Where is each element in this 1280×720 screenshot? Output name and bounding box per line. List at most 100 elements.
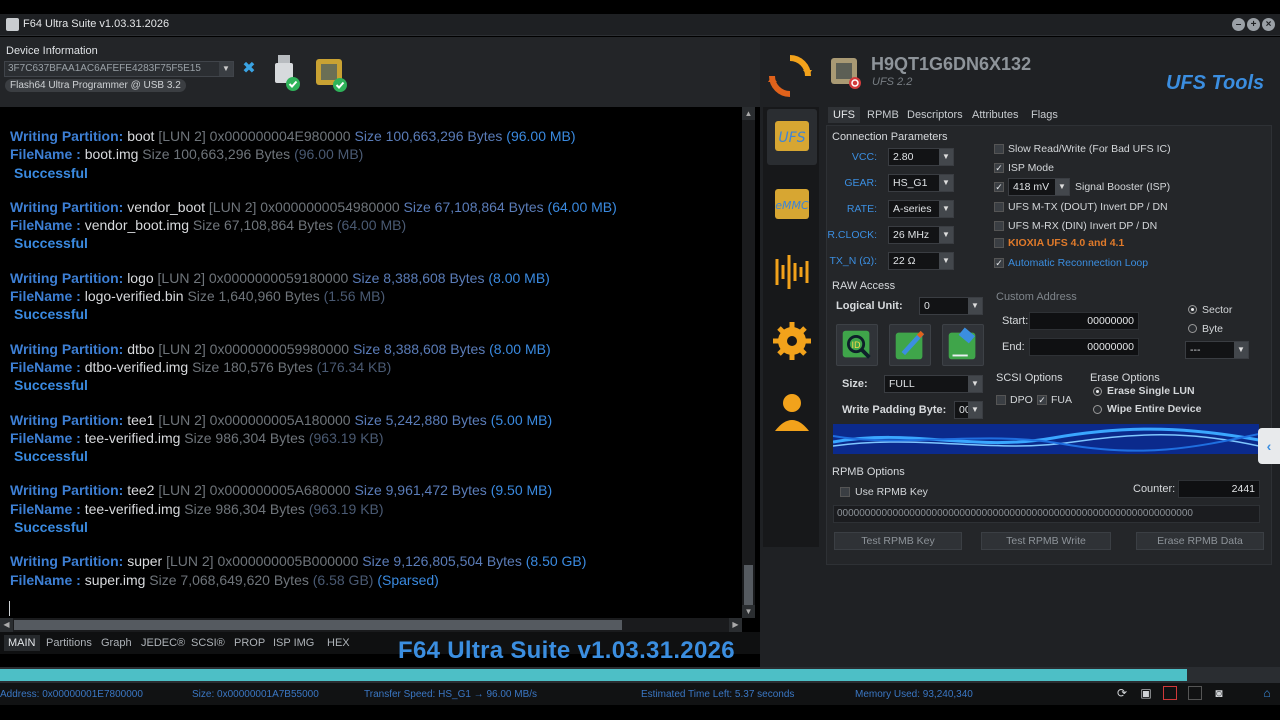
emmc-icon[interactable]: eMMC [767, 177, 817, 233]
maximize-icon[interactable]: + [1247, 18, 1260, 31]
file-size-human: (96.00 MB) [294, 146, 364, 163]
partition-line: Writing Partition: vendor_boot [LUN 2] 0… [10, 198, 742, 216]
partition-size-human: (64.00 MB) [547, 198, 617, 215]
fua-checkbox[interactable]: ✓ [1037, 395, 1047, 405]
device-select[interactable]: 3F7C637BFAA1AC6AFEFE4283F75F5E15 ▼ [4, 61, 234, 77]
refresh-icon[interactable]: ⟳ [1115, 686, 1129, 700]
erase-single-radio[interactable] [1093, 387, 1102, 396]
kioxia-checkbox[interactable] [994, 238, 1004, 248]
image-icon[interactable]: ▣ [1139, 686, 1153, 700]
file-size: Size 180,576 Bytes [192, 358, 313, 375]
use-rpmb-key-checkbox[interactable] [840, 487, 850, 497]
booster-select[interactable]: 418 mV ▼ [1008, 178, 1070, 196]
tab-hex[interactable]: HEX [323, 635, 354, 651]
auto-reconnect-checkbox[interactable]: ✓ [994, 258, 1004, 268]
mtx-invert-checkbox[interactable] [994, 202, 1004, 212]
scroll-left-icon[interactable]: ◀ [0, 618, 13, 632]
tab-isp-img[interactable]: ISP IMG [269, 635, 318, 651]
txn-select[interactable]: 22 Ω ▼ [888, 252, 954, 270]
start-input[interactable]: 00000000 [1029, 312, 1139, 330]
erase-rpmb-button[interactable]: Erase RPMB Data [1136, 532, 1264, 550]
ufs-icon[interactable]: UFS [767, 109, 817, 165]
dpo-checkbox[interactable] [996, 395, 1006, 405]
close-icon[interactable]: × [1262, 18, 1275, 31]
minimize-icon[interactable]: – [1232, 18, 1245, 31]
tab-graph[interactable]: Graph [97, 635, 136, 651]
end-input[interactable]: 00000000 [1029, 338, 1139, 356]
status-text: Successful [14, 448, 88, 465]
tab-prop[interactable]: PROP [230, 635, 269, 651]
erase-button[interactable] [942, 324, 984, 366]
tab-partitions[interactable]: Partitions [42, 635, 96, 651]
partition-label: Writing Partition: [10, 340, 124, 357]
wipe-radio[interactable] [1093, 405, 1102, 414]
slow-rw-checkbox[interactable] [994, 144, 1004, 154]
gear-icon[interactable] [767, 313, 817, 369]
scroll-right-icon[interactable]: ▶ [729, 618, 742, 632]
tool-title: UFS Tools [1166, 72, 1265, 94]
signal-booster-checkbox[interactable]: ✓ [994, 182, 1004, 192]
tab-jedec[interactable]: JEDEC® [137, 635, 189, 651]
user-icon[interactable] [767, 383, 817, 439]
tab-ufs[interactable]: UFS [828, 107, 860, 123]
scroll-thumb[interactable] [744, 565, 753, 605]
vcc-select[interactable]: 2.80 ▼ [888, 148, 954, 166]
chevron-down-icon[interactable]: ▼ [219, 62, 233, 76]
svg-text:ID: ID [851, 341, 861, 351]
partition-label: Writing Partition: [10, 269, 124, 286]
mrx-invert-checkbox[interactable] [994, 221, 1004, 231]
test-rpmb-key-button[interactable]: Test RPMB Key [834, 532, 962, 550]
log-entry: Writing Partition: boot [LUN 2] 0x000000… [10, 127, 742, 182]
gear-select[interactable]: HS_G1 ▼ [888, 174, 954, 192]
logical-unit-select[interactable]: 0 ▼ [919, 297, 983, 315]
write-button[interactable] [889, 324, 931, 366]
vcc-value: 2.80 [893, 151, 914, 163]
brand-title: F64 Ultra Suite v1.03.31.2026 [398, 637, 735, 664]
log-horizontal-scrollbar[interactable]: ◀ ▶ [0, 618, 742, 632]
status-text: Successful [14, 377, 88, 394]
refresh-device-icon[interactable] [766, 52, 814, 100]
partition-label: Writing Partition: [10, 198, 124, 215]
test-rpmb-write-button[interactable]: Test RPMB Write [981, 532, 1111, 550]
home-icon[interactable]: ⌂ [1260, 686, 1274, 700]
sector-radio[interactable] [1188, 305, 1197, 314]
isp-mode-checkbox[interactable]: ✓ [994, 163, 1004, 173]
unit-select[interactable]: --- ▼ [1185, 341, 1249, 359]
status-text: Successful [14, 164, 88, 181]
tab-descriptors[interactable]: Descriptors [902, 107, 968, 123]
erase-single-label: Erase Single LUN [1107, 385, 1195, 397]
disconnect-icon[interactable]: ✖ [241, 61, 257, 77]
tab-flags[interactable]: Flags [1026, 107, 1063, 123]
tab-scsi[interactable]: SCSI® [187, 635, 229, 651]
log-vertical-scrollbar[interactable]: ▲ ▼ [742, 107, 755, 618]
padding-select[interactable]: 00 ▼ [954, 401, 983, 419]
stop-icon[interactable] [1163, 686, 1177, 700]
camera-icon[interactable]: ◙ [1212, 686, 1226, 700]
svg-text:UFS: UFS [778, 130, 805, 146]
unit-value: --- [1190, 344, 1201, 356]
waveform-icon[interactable] [767, 243, 817, 299]
scroll-down-icon[interactable]: ▼ [742, 605, 755, 618]
rpmb-key-input[interactable]: 0000000000000000000000000000000000000000… [833, 505, 1260, 523]
scroll-up-icon[interactable]: ▲ [742, 107, 755, 120]
counter-input[interactable]: 2441 [1178, 480, 1260, 498]
file-name: tee-verified.img [84, 500, 181, 517]
tab-attributes[interactable]: Attributes [967, 107, 1023, 123]
file-size: Size 67,108,864 Bytes [192, 217, 333, 234]
tab-rpmb[interactable]: RPMB [862, 107, 904, 123]
wave-banner [833, 424, 1259, 454]
size-select[interactable]: FULL ▼ [884, 375, 983, 393]
collapse-panel-icon[interactable]: ‹ [1258, 428, 1280, 464]
rate-select[interactable]: A-series ▼ [888, 200, 954, 218]
partition-details: [LUN 2] 0x000000005A180000 [158, 411, 351, 428]
scroll-thumb[interactable] [14, 620, 622, 630]
square-icon[interactable] [1188, 686, 1202, 700]
chevron-down-icon: ▼ [939, 201, 953, 217]
byte-radio[interactable] [1188, 324, 1197, 333]
rclock-select[interactable]: 26 MHz ▼ [888, 226, 954, 244]
file-name: boot.img [84, 146, 139, 163]
tab-main[interactable]: MAIN [4, 635, 40, 651]
padding-label: Write Padding Byte: [842, 404, 947, 416]
chip-id-button[interactable]: ID [836, 324, 878, 366]
end-label: End: [1002, 341, 1025, 353]
